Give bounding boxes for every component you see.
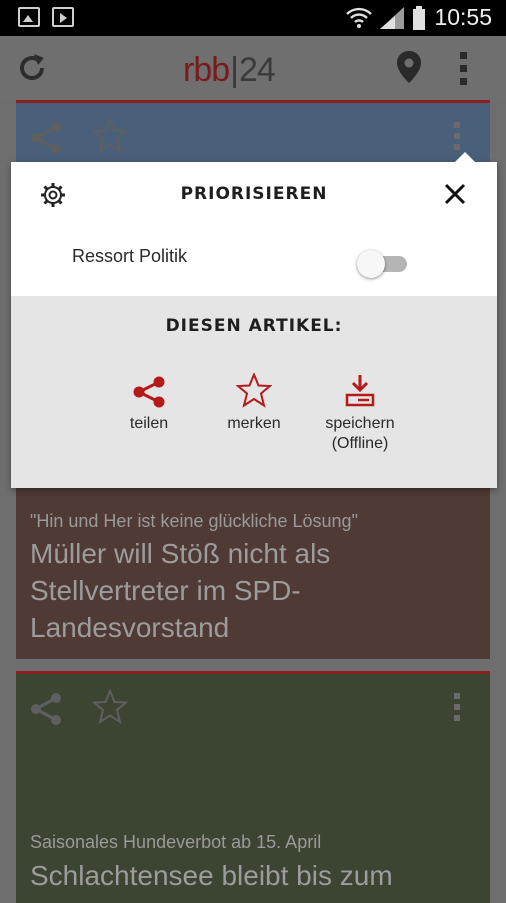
article-kicker: "Hin und Her ist keine glückliche Lösung… [30,511,358,531]
location-pin-icon[interactable] [396,50,422,84]
article-headline[interactable]: Müller will Stöß nicht als Stellvertrete… [30,535,470,646]
bookmark-star-icon[interactable] [92,689,128,725]
share-button[interactable]: teilen [99,368,199,434]
signal-icon [380,6,405,29]
star-icon [236,373,272,408]
ressort-politik-toggle[interactable] [357,250,409,278]
article-actions-section: DIESEN ARTIKEL: teilen merken speichern … [11,296,497,488]
ressort-toggle-label: Ressort Politik [72,246,188,266]
card-menu-icon[interactable] [452,692,462,722]
section-title: DIESEN ARTIKEL: [165,316,343,336]
bookmark-label: merken [227,415,281,432]
card-menu-icon[interactable] [452,121,462,151]
overflow-menu-icon[interactable] [458,50,470,86]
battery-icon [413,5,426,30]
rbb24-logo[interactable]: rbb|24 [183,52,276,88]
bookmark-star-icon[interactable] [92,118,128,154]
popup-title: PRIORISIEREN [180,184,328,204]
share-icon[interactable] [30,121,64,155]
toggle-thumb [357,250,385,278]
share-icon[interactable] [30,692,64,726]
status-bar: 10:55 [0,0,506,36]
article-kicker: Saisonales Hundeverbot ab 15. April [30,832,322,852]
article-options-popup: PRIORISIEREN Ressort Politik DIESEN ARTI… [11,152,497,488]
app-bar: rbb|24 [0,36,506,100]
bookmark-button[interactable]: merken [204,368,304,434]
wifi-icon [346,7,373,28]
article-card[interactable]: Saisonales Hundeverbot ab 15. April Schl… [16,671,490,903]
media-notification-icon [52,7,74,27]
image-notification-icon [18,7,40,27]
save-offline-label: speichern (Offline) [325,415,395,452]
popup-caret [455,152,475,162]
refresh-icon[interactable] [16,52,48,84]
share-label: teilen [129,415,169,432]
save-offline-button[interactable]: speichern (Offline) [310,368,410,454]
share-icon [133,376,165,408]
close-icon[interactable] [443,182,467,206]
clock: 10:55 [434,4,492,30]
article-headline[interactable]: Schlachtensee bleibt bis zum [30,857,470,894]
download-icon [345,375,375,407]
